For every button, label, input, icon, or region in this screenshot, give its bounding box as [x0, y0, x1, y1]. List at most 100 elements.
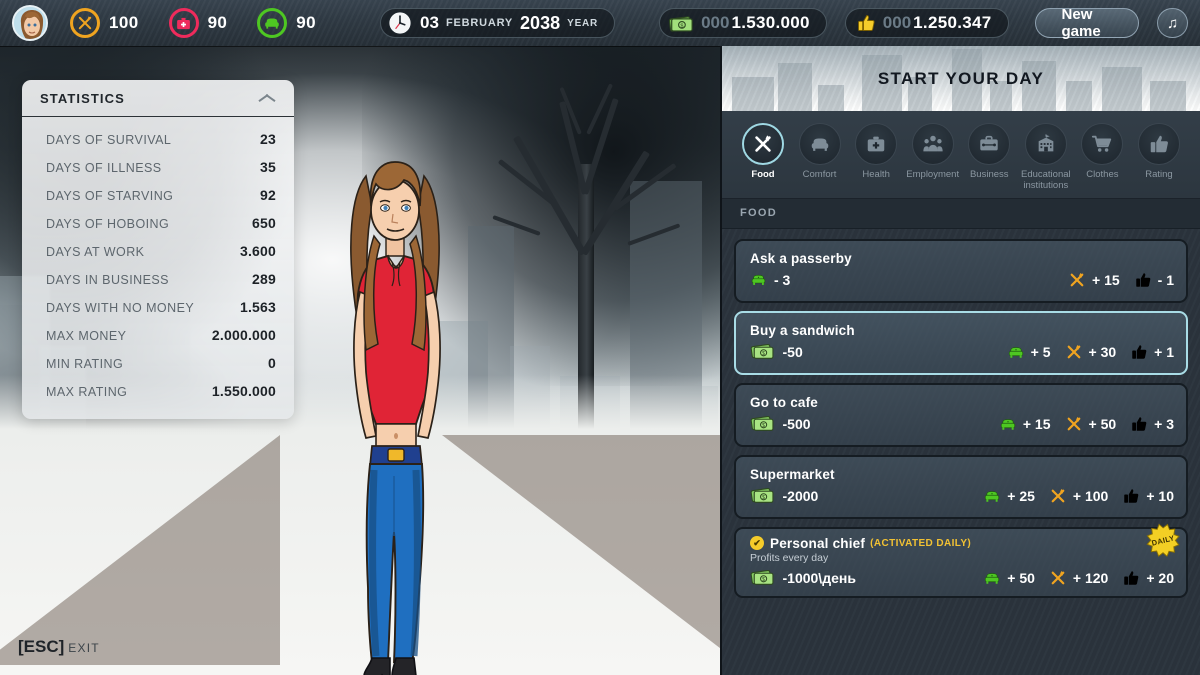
- action-gain-value: + 25: [1007, 487, 1035, 504]
- money-display: $ 000 1.530.000: [659, 8, 827, 38]
- skyline-building: [1066, 81, 1092, 111]
- music-toggle-button[interactable]: ♫: [1157, 8, 1188, 38]
- action-title-line: Buy a sandwich: [750, 323, 1174, 338]
- statistics-row-value: 1.563: [239, 299, 276, 315]
- panel-title: START YOUR DAY: [877, 68, 1045, 88]
- tab-business[interactable]: Business: [962, 123, 1016, 181]
- top-status-bar: 100 90 90 03 FEBRUARY 2038 YEAR $ 000 1.…: [0, 0, 1200, 46]
- action-gain: + 3: [1130, 415, 1174, 433]
- tab-educational-institutions[interactable]: Educational institutions: [1019, 123, 1073, 192]
- new-game-button[interactable]: New game: [1034, 6, 1140, 40]
- panel-header: START YOUR DAY: [722, 46, 1200, 111]
- tab-rating[interactable]: Rating: [1132, 123, 1186, 181]
- avatar-group[interactable]: [12, 5, 48, 41]
- action-gain-value: + 15: [1022, 415, 1051, 432]
- action-gain: + 25: [983, 487, 1035, 505]
- action-cost-value: -500: [782, 415, 811, 432]
- action-gain-value: + 50: [1007, 569, 1035, 586]
- chevron-up-icon[interactable]: [258, 93, 276, 103]
- briefcase-icon: [978, 133, 1000, 155]
- action-item[interactable]: Buy a sandwich $ -50 + 5 + 30 + 1: [734, 310, 1188, 375]
- first-aid-icon: [865, 133, 887, 155]
- tab-comfort[interactable]: Comfort: [793, 123, 847, 181]
- statistics-row-label: MAX MONEY: [46, 329, 127, 343]
- avatar[interactable]: [12, 5, 48, 41]
- daily-badge: DAILY: [1142, 519, 1183, 560]
- character-illustration: [350, 161, 441, 675]
- skyline-building: [732, 77, 774, 111]
- curb-right: [442, 435, 722, 665]
- action-gain-value: + 50: [1088, 415, 1117, 432]
- action-gain: + 100: [1049, 487, 1108, 505]
- statistics-row-label: DAYS OF HOBOING: [46, 217, 170, 231]
- stat-health-value: 90: [207, 13, 228, 32]
- money-icon: $: [750, 487, 776, 504]
- statistics-header[interactable]: STATISTICS: [22, 80, 294, 117]
- tab-icon-circle: [855, 123, 898, 165]
- stat-comfort: 90: [257, 8, 316, 38]
- action-gains: + 50 + 120 + 20: [983, 569, 1174, 587]
- action-values-row: - 3 + 15 - 1: [750, 271, 1174, 289]
- people-icon: [922, 133, 944, 155]
- date-month: FEBRUARY: [445, 17, 514, 29]
- statistics-row-label: DAYS AT WORK: [46, 245, 145, 259]
- money-value: 1.530.000: [731, 13, 810, 32]
- action-gain-value: + 100: [1072, 487, 1109, 504]
- food-icon: [1068, 271, 1086, 289]
- comfort-icon: [983, 569, 1001, 587]
- statistics-row-value: 92: [260, 187, 276, 203]
- statistics-title: STATISTICS: [40, 90, 125, 106]
- curb-left: [0, 435, 280, 665]
- tab-label: Clothes: [1086, 169, 1119, 180]
- action-gains: + 25 + 100 + 10: [983, 487, 1174, 505]
- school-icon: [1035, 133, 1057, 155]
- action-item[interactable]: Go to cafe $ -500 + 15 + 50 + 3: [734, 382, 1188, 447]
- money-icon: $: [668, 15, 693, 32]
- action-item[interactable]: ✔ Personal chief (ACTIVATED DAILY) Profits …: [734, 523, 1188, 598]
- action-cost-value: - 3: [774, 271, 791, 288]
- money-icon: $: [750, 343, 776, 360]
- action-gain: + 50: [983, 569, 1035, 587]
- section-title: FOOD: [740, 207, 777, 220]
- action-gain: + 120: [1049, 569, 1108, 587]
- tab-clothes[interactable]: Clothes: [1075, 123, 1129, 181]
- statistics-row-label: DAYS OF SURVIVAL: [46, 133, 172, 147]
- statistics-row: MAX RATING 1.550.000: [22, 377, 294, 405]
- statistics-row: DAYS WITH NO MONEY 1.563: [22, 293, 294, 321]
- money-icon: $: [750, 569, 776, 586]
- stat-food: 100: [70, 8, 139, 38]
- action-cost: $ -1000\день: [750, 569, 856, 586]
- action-gain-value: + 120: [1072, 569, 1109, 586]
- action-gains: + 15 + 50 + 3: [999, 415, 1174, 433]
- action-item[interactable]: Supermarket $ -2000 + 25 + 100 + 10: [734, 454, 1188, 519]
- food-icon: [1065, 415, 1083, 433]
- action-item[interactable]: Ask a passerby - 3 + 15 - 1: [734, 238, 1188, 303]
- tab-employment[interactable]: Employment: [906, 123, 960, 181]
- action-cost: $ -50: [750, 343, 803, 360]
- food-icon: [1049, 487, 1067, 505]
- statistics-row-label: DAYS IN BUSINESS: [46, 273, 169, 287]
- avatar-portrait-icon: [14, 7, 46, 39]
- statistics-row-value: 2.000.000: [211, 327, 276, 343]
- fork-knife-icon: [752, 133, 774, 155]
- food-icon: [1049, 569, 1067, 587]
- esc-exit-hint[interactable]: [ESC] EXIT: [18, 637, 100, 657]
- esc-label: EXIT: [68, 641, 100, 655]
- money-zeros: 000: [701, 13, 730, 32]
- statistics-rows: DAYS OF SURVIVAL 23 DAYS OF ILLNESS 35 DAYS …: [22, 117, 294, 419]
- statistics-row: DAYS OF ILLNESS 35: [22, 153, 294, 181]
- action-gain: + 1: [1130, 343, 1174, 361]
- stat-food-value: 100: [109, 13, 139, 32]
- tab-food[interactable]: Food: [736, 123, 790, 181]
- tab-health[interactable]: Health: [849, 123, 903, 181]
- svg-text:$: $: [762, 577, 765, 583]
- thumbs-up-icon: [1130, 415, 1148, 433]
- statistics-panel: STATISTICS DAYS OF SURVIVAL 23 DAYS OF ILL…: [22, 80, 294, 419]
- cart-icon: [1091, 133, 1113, 155]
- section-header: FOOD: [722, 198, 1200, 229]
- action-gain: + 20: [1122, 569, 1174, 587]
- statistics-row-label: DAYS OF ILLNESS: [46, 161, 162, 175]
- statistics-row: DAYS OF HOBOING 650: [22, 209, 294, 237]
- action-title: Supermarket: [750, 466, 835, 482]
- stat-health: 90: [168, 8, 228, 38]
